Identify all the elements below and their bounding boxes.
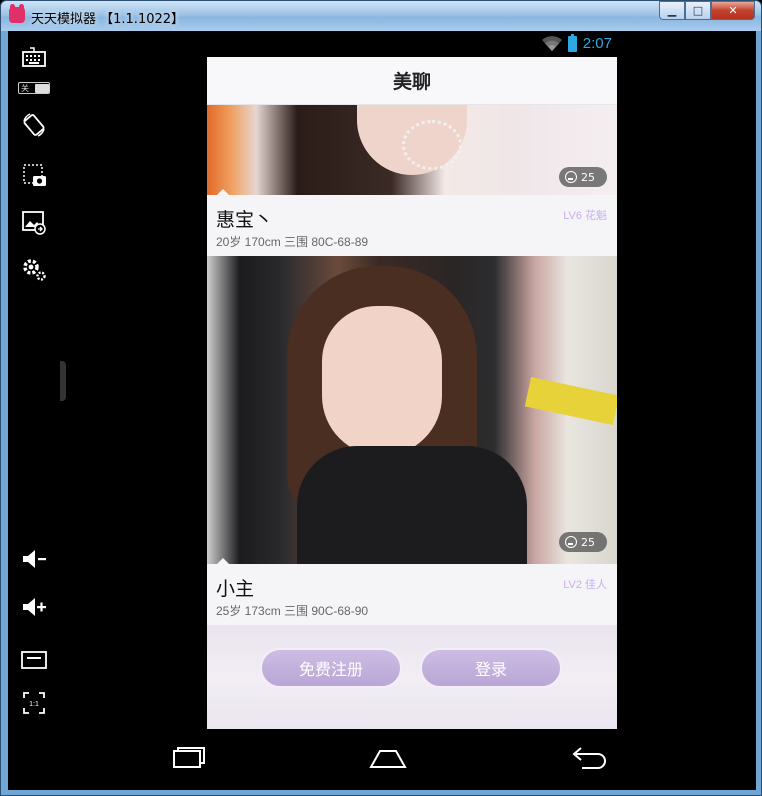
photo-detail — [402, 120, 462, 170]
profile-name: 小主 — [216, 578, 255, 600]
volume-up-icon[interactable] — [20, 593, 48, 621]
photo-count-badge: 25 — [559, 167, 607, 187]
photo-detail — [297, 446, 527, 564]
phone-screen: 美聊 25 惠宝丶 20岁 170cm 三围 80C-68-89 LV6 花魁 — [207, 57, 617, 729]
back-icon[interactable] — [566, 743, 610, 773]
fullscreen-label: 1:1 — [29, 701, 39, 708]
app-header: 美聊 — [207, 57, 617, 105]
emulator-client-area: 关 1:1 2:07 美聊 25 惠宝丶 20岁 170cm 三围 80C-68… — [8, 31, 756, 790]
photo-album-icon — [565, 171, 577, 183]
photo-detail — [322, 306, 442, 456]
app-title: 美聊 — [392, 71, 431, 93]
screenshot-icon[interactable] — [20, 161, 48, 189]
card-notch — [217, 189, 229, 195]
recent-apps-icon[interactable] — [164, 743, 208, 773]
status-clock: 2:07 — [582, 35, 612, 52]
photo-album-icon — [565, 536, 577, 548]
settings-icon[interactable] — [20, 255, 48, 283]
battery-icon — [567, 33, 577, 52]
android-nav-bar — [64, 729, 756, 790]
maximize-button[interactable]: □ — [685, 1, 711, 20]
auth-action-bar: 免费注册 登录 — [207, 626, 617, 729]
profile-photo[interactable]: 25 — [207, 105, 617, 195]
close-button[interactable]: ✕ — [711, 1, 755, 20]
window-title: 天天模拟器 【1.1.1022】 — [31, 12, 185, 27]
photo-count: 25 — [581, 170, 595, 184]
photo-detail — [524, 376, 617, 426]
home-icon[interactable] — [366, 743, 410, 773]
profile-details: 20岁 170cm 三围 80C-68-89 — [216, 235, 369, 249]
emulator-toolbar: 关 1:1 — [8, 31, 66, 790]
window-controls: ▁ □ ✕ — [659, 1, 755, 21]
fullscreen-icon[interactable]: 1:1 — [20, 689, 48, 717]
card-notch — [217, 558, 229, 564]
photo-count: 25 — [581, 535, 595, 549]
wifi-icon — [541, 35, 562, 51]
register-button[interactable]: 免费注册 — [260, 648, 402, 688]
login-button[interactable]: 登录 — [420, 648, 562, 688]
profile-level-badge: LV6 花魁 — [563, 210, 607, 222]
minimize-button[interactable]: ▁ — [659, 1, 685, 20]
status-icons: 2:07 — [541, 33, 612, 52]
emulator-window: 天天模拟器 【1.1.1022】 ▁ □ ✕ 关 1:1 2:07 美聊 25 … — [0, 0, 762, 796]
android-status-bar: 2:07 — [64, 31, 756, 56]
emulator-logo-icon — [9, 4, 25, 23]
profile-details: 25岁 173cm 三围 90C-68-90 — [216, 604, 369, 618]
title-bar[interactable]: 天天模拟器 【1.1.1022】 ▁ □ ✕ — [1, 1, 761, 31]
toolbar-collapse-handle[interactable] — [60, 361, 66, 401]
toggle-knob — [35, 83, 49, 93]
profile-name: 惠宝丶 — [216, 209, 274, 231]
keyboard-toggle-label: 关 — [21, 83, 29, 93]
image-share-icon[interactable] — [20, 208, 48, 236]
keyboard-toggle[interactable]: 关 — [18, 82, 50, 94]
volume-down-icon[interactable] — [20, 545, 48, 573]
profile-photo[interactable]: 25 — [207, 256, 617, 564]
rotate-icon[interactable] — [20, 111, 48, 139]
profile-level-badge: LV2 佳人 — [563, 579, 607, 591]
profile-info-card[interactable]: 小主 25岁 173cm 三围 90C-68-90 LV2 佳人 — [207, 558, 617, 626]
menu-icon[interactable] — [20, 643, 48, 671]
profile-info-card[interactable]: 惠宝丶 20岁 170cm 三围 80C-68-89 LV6 花魁 — [207, 189, 617, 257]
photo-count-badge: 25 — [559, 532, 607, 552]
keyboard-icon[interactable] — [20, 43, 48, 71]
